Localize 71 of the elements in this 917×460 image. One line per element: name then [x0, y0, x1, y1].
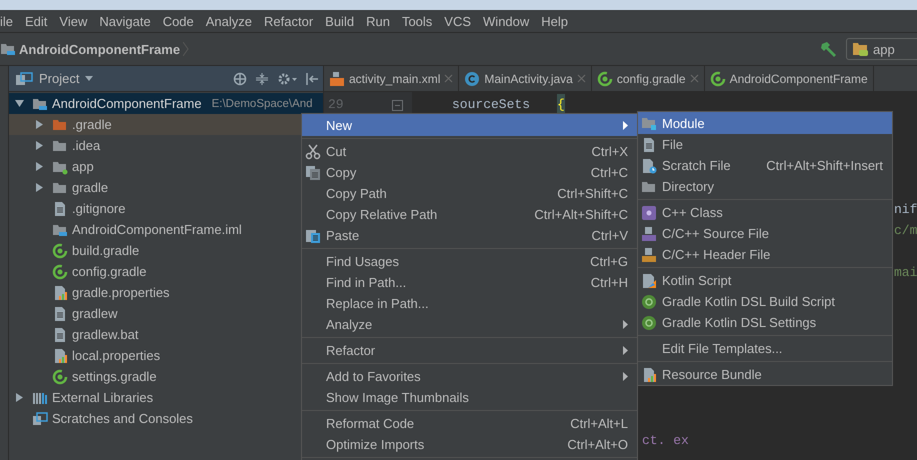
editor-tab[interactable]: MainActivity.java — [459, 66, 592, 91]
shortcut-text: Ctrl+Alt+O — [567, 437, 628, 452]
menu-item[interactable]: New — [302, 114, 637, 136]
dropdown-arrow-icon[interactable] — [85, 76, 94, 81]
collapse-arrow-icon[interactable] — [15, 99, 24, 108]
shortcut-text: Ctrl+H — [590, 275, 628, 290]
menu-bar-item[interactable]: Refactor — [258, 14, 320, 28]
locate-icon[interactable] — [233, 72, 247, 86]
shortcut-text: Ctrl+G — [590, 254, 628, 269]
menu-item[interactable]: Edit File Templates... — [638, 338, 892, 359]
menu-item[interactable]: Kotlin Script — [638, 270, 892, 291]
project-view-icon — [15, 72, 33, 86]
shortcut-text: Ctrl+Alt+Shift+Insert — [766, 158, 883, 173]
menu-item[interactable]: Directory — [638, 176, 892, 197]
menu-item[interactable]: C/C++ Header File — [638, 244, 892, 265]
shortcut-text: Ctrl+V — [592, 228, 628, 243]
tree-item[interactable]: AndroidComponentFrame E:\DemoSpace\And — [9, 93, 323, 114]
hammer-icon[interactable] — [820, 41, 838, 57]
menu-bar-item[interactable]: Navigate — [93, 14, 157, 28]
expand-arrow-icon[interactable] — [35, 141, 44, 150]
editor-tab[interactable]: AndroidComponentFrame — [704, 66, 874, 91]
menu-bar-item[interactable]: Analyze — [200, 14, 258, 28]
panel-title[interactable]: Project — [39, 71, 80, 86]
code-text: ct. ex — [642, 432, 689, 450]
menu-bar-item[interactable]: Build — [319, 14, 360, 28]
collapse-all-icon[interactable] — [255, 72, 269, 86]
menu-item[interactable]: Refactor — [302, 340, 637, 361]
expand-arrow-icon[interactable] — [35, 183, 44, 192]
menu-item[interactable]: C/C++ Source File — [638, 223, 892, 244]
expand-arrow-icon[interactable] — [35, 120, 44, 129]
menu-bar-item[interactable]: Help — [535, 14, 574, 28]
menu-item[interactable]: Gradle Kotlin DSL Settings — [638, 312, 892, 333]
menu-bar-item[interactable]: View — [53, 14, 94, 28]
shortcut-text: Ctrl+Shift+C — [557, 186, 628, 201]
menu-bar-item[interactable]: Edit — [19, 14, 54, 28]
android-folder-icon — [852, 41, 870, 57]
expand-arrow-icon[interactable] — [15, 393, 24, 402]
code-text: nif — [894, 201, 917, 219]
shortcut-text: Ctrl+Alt+Shift+C — [534, 207, 628, 222]
project-path: E:\DemoSpace\And — [212, 98, 313, 110]
code-text: mai — [894, 264, 917, 282]
shortcut-text: Ctrl+Alt+L — [570, 416, 628, 431]
menu-bar-item[interactable]: VCS — [438, 14, 478, 28]
breadcrumb[interactable]: AndroidComponentFrame — [0, 41, 198, 57]
editor-tab[interactable]: config.gradle — [592, 66, 705, 91]
editor-tab[interactable]: activity_main.xml — [324, 66, 460, 91]
code-text: sourceSets — [452, 96, 530, 114]
menu-item[interactable]: Cut Ctrl+X — [302, 141, 637, 162]
menu-item[interactable]: Gradle Kotlin DSL Build Script — [638, 291, 892, 312]
hide-panel-icon[interactable] — [305, 72, 319, 86]
shortcut-text: Ctrl+X — [592, 144, 628, 159]
menu-item[interactable]: Scratch File Ctrl+Alt+Shift+Insert — [638, 155, 892, 176]
shortcut-text: Ctrl+C — [590, 165, 628, 180]
menu-bar-item[interactable]: Code — [156, 14, 200, 28]
settings-icon[interactable] — [277, 72, 297, 86]
fold-icon[interactable] — [392, 100, 403, 111]
expand-arrow-icon[interactable] — [35, 162, 44, 171]
module-folder-icon — [0, 41, 16, 57]
menu-item[interactable]: Resource Bundle — [638, 364, 892, 385]
menu-item[interactable]: Optimize Imports Ctrl+Alt+O — [302, 434, 637, 455]
chevron-icon — [183, 42, 190, 56]
menu-item[interactable]: C++ Class — [638, 202, 892, 223]
menu-item[interactable]: File — [638, 134, 892, 155]
menu-item[interactable]: Module — [638, 112, 892, 134]
code-text: c/m — [894, 222, 917, 240]
menu-bar-item[interactable]: Window — [477, 14, 536, 28]
menu-bar-item[interactable]: Run — [360, 14, 396, 28]
menu-bar-item[interactable]: Tools — [396, 14, 438, 28]
menu-bar-item[interactable]: ile — [0, 14, 20, 28]
run-config-dropdown[interactable]: app — [846, 38, 917, 60]
code-text: { — [557, 94, 565, 115]
